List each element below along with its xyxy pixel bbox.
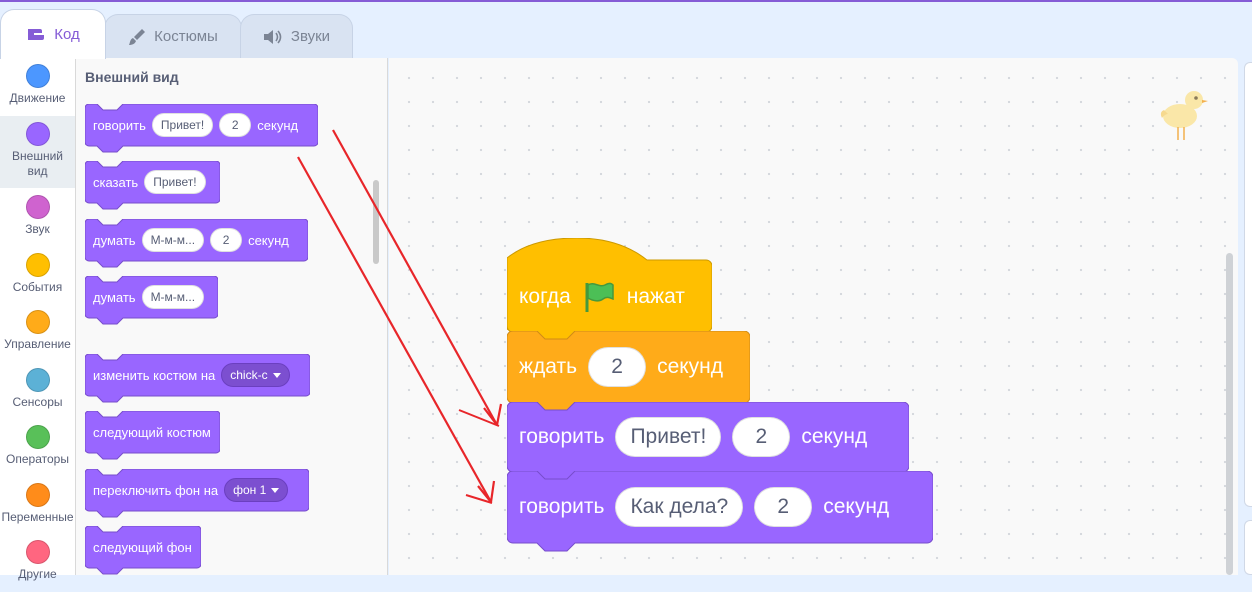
block-say[interactable]: сказать Привет! <box>85 161 220 210</box>
number-input[interactable]: 2 <box>732 417 791 457</box>
block-label: переключить фон на <box>93 482 219 498</box>
block-next-backdrop[interactable]: следующий фон <box>85 526 201 575</box>
block-say-hello[interactable]: говорить Привет! 2 секунд <box>507 402 909 480</box>
category-label: События <box>12 280 63 294</box>
tab-costumes-label: Костюмы <box>154 28 218 45</box>
category-dot-icon <box>25 425 50 449</box>
block-label: говорить <box>519 495 605 518</box>
block-label: когда <box>519 285 571 308</box>
block-next-costume[interactable]: следующий костюм <box>85 411 220 460</box>
category-label: Переменные <box>1 510 74 524</box>
block-say-for-secs[interactable]: говорить Привет! 2 секунд <box>85 104 318 153</box>
block-think[interactable]: думать М-м-м... <box>85 276 218 325</box>
block-label: секунд <box>248 232 289 248</box>
dropdown-value: chick-c <box>230 368 268 382</box>
category-label: Сенсоры <box>12 395 63 409</box>
text-input[interactable]: Привет! <box>151 113 214 137</box>
speaker-icon <box>263 29 282 44</box>
dropdown-value: фон 1 <box>233 483 267 497</box>
block-label: сказать <box>93 174 139 190</box>
category-dot-icon <box>25 368 50 392</box>
text-input[interactable]: М-м-м... <box>141 228 205 252</box>
block-label: секунд <box>657 355 724 378</box>
costume-dropdown[interactable]: chick-c <box>221 363 290 387</box>
category-looks[interactable]: Внешний вид <box>0 116 75 188</box>
tab-sounds[interactable]: Звуки <box>240 14 353 58</box>
category-control[interactable]: Управление <box>0 310 75 362</box>
block-think-for-secs[interactable]: думать М-м-м... 2 секунд <box>85 219 308 268</box>
palette-scrollbar[interactable] <box>373 180 379 264</box>
category-dot-icon <box>25 483 50 507</box>
tab-code-label: Код <box>54 26 80 43</box>
brush-icon <box>129 28 146 45</box>
tab-costumes[interactable]: Костюмы <box>104 14 242 58</box>
number-input[interactable]: 2 <box>219 113 252 137</box>
number-input[interactable]: 2 <box>754 487 813 527</box>
category-dot-icon <box>25 64 50 88</box>
block-label: следующий костюм <box>93 424 211 440</box>
category-label: Управление <box>4 337 71 351</box>
top-accent-line <box>0 0 1252 2</box>
block-label: нажат <box>626 285 685 308</box>
category-more[interactable]: Другие <box>0 540 75 592</box>
category-label: Операторы <box>6 452 69 466</box>
stage-panel-edge <box>1244 62 1252 507</box>
text-input[interactable]: Привет! <box>144 170 206 194</box>
category-label: Внешний вид <box>12 149 63 178</box>
category-menu: Движение Внешний вид Звук События Управл… <box>0 58 76 581</box>
block-when-flag-clicked[interactable]: когда нажат <box>507 238 712 340</box>
text-input[interactable]: Привет! <box>615 417 722 457</box>
category-label: Звук <box>25 222 50 236</box>
block-label: говорить <box>93 117 146 133</box>
backdrop-dropdown[interactable]: фон 1 <box>224 478 289 502</box>
category-dot-icon <box>25 122 50 146</box>
block-label: ждать <box>519 355 578 378</box>
palette-section-title: Внешний вид <box>85 69 179 85</box>
category-sound[interactable]: Звук <box>0 195 75 247</box>
category-dot-icon <box>25 195 50 219</box>
block-say-how-are-you[interactable]: говорить Как дела? 2 секунд <box>507 471 933 552</box>
block-label: говорить <box>519 425 605 448</box>
block-label: изменить костюм на <box>93 367 216 383</box>
category-label: Другие <box>18 567 57 581</box>
category-sensing[interactable]: Сенсоры <box>0 368 75 420</box>
category-label: Движение <box>9 91 66 105</box>
block-label: секунд <box>257 117 299 133</box>
category-variables[interactable]: Переменные <box>0 483 75 535</box>
block-label: думать <box>93 289 136 305</box>
block-switch-costume[interactable]: изменить костюм на chick-c <box>85 354 310 403</box>
block-label: секунд <box>801 425 868 448</box>
code-icon <box>28 28 45 40</box>
block-wait[interactable]: ждать 2 секунд <box>507 331 750 411</box>
chick-icon <box>1160 91 1208 140</box>
category-motion[interactable]: Движение <box>0 64 75 116</box>
text-input[interactable]: М-м-м... <box>141 285 205 309</box>
text-input[interactable]: Как дела? <box>615 487 744 527</box>
category-events[interactable]: События <box>0 253 75 305</box>
category-operators[interactable]: Операторы <box>0 425 75 477</box>
block-label: следующий фон <box>93 539 192 555</box>
block-label: думать <box>93 232 136 248</box>
dropdown-arrow-icon <box>272 372 281 378</box>
tab-code[interactable]: Код <box>0 9 106 59</box>
number-input[interactable]: 2 <box>588 347 647 387</box>
block-switch-backdrop[interactable]: переключить фон на фон 1 <box>85 469 309 518</box>
dropdown-arrow-icon <box>271 487 280 493</box>
sprite-panel-edge <box>1244 520 1252 575</box>
green-flag-icon <box>585 282 614 312</box>
category-dot-icon <box>25 253 50 277</box>
script-scrollbar[interactable] <box>1226 253 1233 575</box>
category-dot-icon <box>25 540 50 564</box>
block-label: секунд <box>823 495 890 518</box>
number-input[interactable]: 2 <box>210 228 243 252</box>
category-dot-icon <box>25 310 50 334</box>
tab-sounds-label: Звуки <box>290 28 331 45</box>
